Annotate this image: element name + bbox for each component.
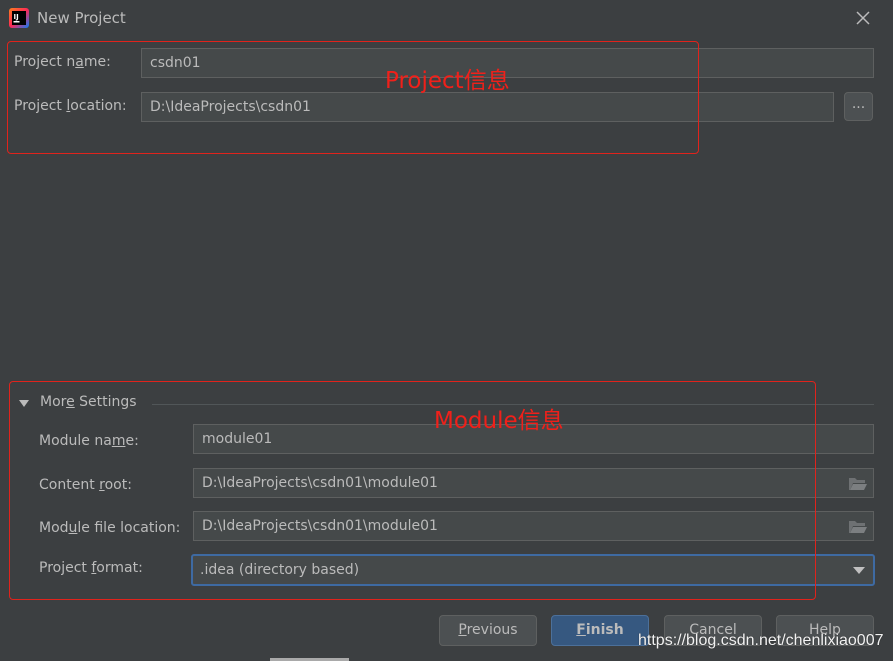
previous-button[interactable]: Previous bbox=[439, 615, 537, 646]
module-file-location-label: Module file location: bbox=[39, 520, 181, 536]
folder-icon[interactable] bbox=[848, 476, 868, 492]
triangle-down-icon bbox=[19, 400, 29, 407]
module-name-label: Module name: bbox=[39, 433, 139, 449]
project-name-label: Project name: bbox=[14, 54, 111, 70]
module-file-location-input[interactable]: D:\IdeaProjects\csdn01\module01 bbox=[193, 511, 874, 541]
more-settings-toggle[interactable] bbox=[19, 400, 29, 407]
module-annotation-text: Module信息 bbox=[434, 408, 564, 434]
project-format-value: .idea (directory based) bbox=[200, 562, 360, 578]
window-title: New Project bbox=[37, 9, 126, 27]
chevron-down-icon bbox=[853, 567, 865, 574]
watermark-text: https://blog.csdn.net/chenlixiao007 bbox=[638, 632, 884, 649]
intellij-idea-icon: IJ bbox=[9, 8, 29, 28]
content-root-label: Content root: bbox=[39, 477, 132, 493]
finish-button[interactable]: Finish bbox=[551, 615, 649, 646]
close-icon[interactable] bbox=[854, 9, 872, 27]
project-location-input[interactable]: D:\IdeaProjects\csdn01 bbox=[141, 92, 834, 122]
project-annotation-text: Project信息 bbox=[385, 68, 510, 94]
more-settings-label[interactable]: More Settings bbox=[40, 394, 137, 410]
content-root-input[interactable]: D:\IdeaProjects\csdn01\module01 bbox=[193, 468, 874, 498]
svg-text:IJ: IJ bbox=[14, 13, 19, 21]
project-format-select[interactable]: .idea (directory based) bbox=[191, 554, 875, 586]
project-location-label: Project location: bbox=[14, 98, 127, 114]
project-format-label: Project format: bbox=[39, 560, 143, 576]
folder-icon[interactable] bbox=[848, 519, 868, 535]
browse-location-button[interactable]: ... bbox=[844, 92, 873, 121]
